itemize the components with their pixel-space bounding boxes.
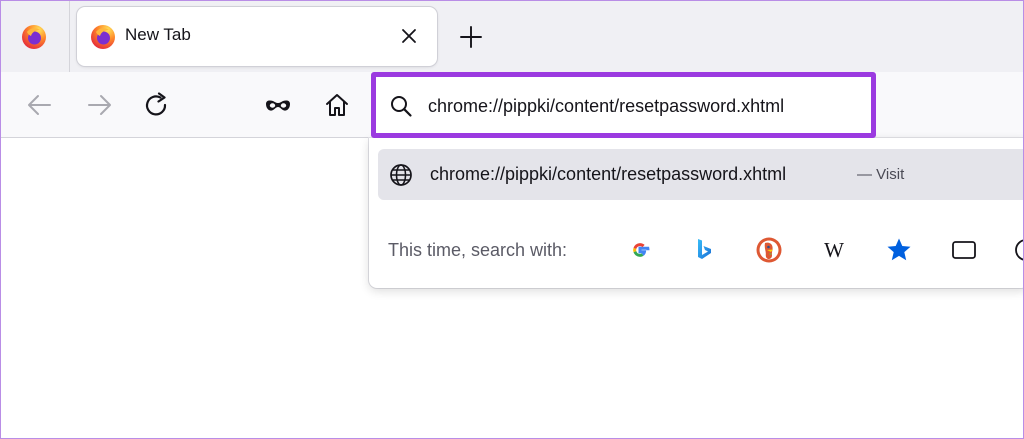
firefox-logo-icon [91, 25, 115, 49]
svg-text:W: W [824, 238, 844, 262]
bookmarks-star-icon[interactable] [885, 236, 913, 264]
url-input[interactable] [428, 91, 868, 121]
forward-arrow-icon[interactable] [85, 91, 113, 119]
firefox-logo-icon [22, 25, 46, 49]
globe-icon [390, 164, 412, 186]
close-icon[interactable] [399, 26, 419, 46]
tabs-icon[interactable] [950, 236, 978, 264]
wikipedia-icon[interactable]: W [820, 236, 848, 264]
search-with-label: This time, search with: [388, 240, 568, 260]
suggestion-url: chrome://pippki/content/resetpassword.xh… [430, 164, 787, 184]
suggestion-action: — Visit [857, 166, 905, 183]
bing-icon[interactable] [690, 236, 718, 264]
search-icon [391, 96, 412, 117]
tab-title: New Tab [125, 25, 191, 44]
duckduckgo-icon[interactable] [755, 236, 783, 264]
back-arrow-icon[interactable] [26, 91, 54, 119]
plus-icon[interactable] [458, 24, 484, 50]
tab-strip: New Tab [0, 0, 1024, 72]
suggestion-row[interactable]: chrome://pippki/content/resetpassword.xh… [378, 149, 1024, 200]
history-clock-icon[interactable] [1012, 236, 1024, 264]
reload-icon[interactable] [143, 92, 171, 120]
google-icon[interactable] [626, 236, 654, 264]
url-bar[interactable] [371, 72, 876, 138]
firefox-view-button[interactable] [0, 0, 70, 72]
tab-new-tab[interactable]: New Tab [77, 7, 437, 66]
private-browsing-mask-icon[interactable] [264, 92, 292, 120]
home-icon[interactable] [323, 91, 351, 119]
